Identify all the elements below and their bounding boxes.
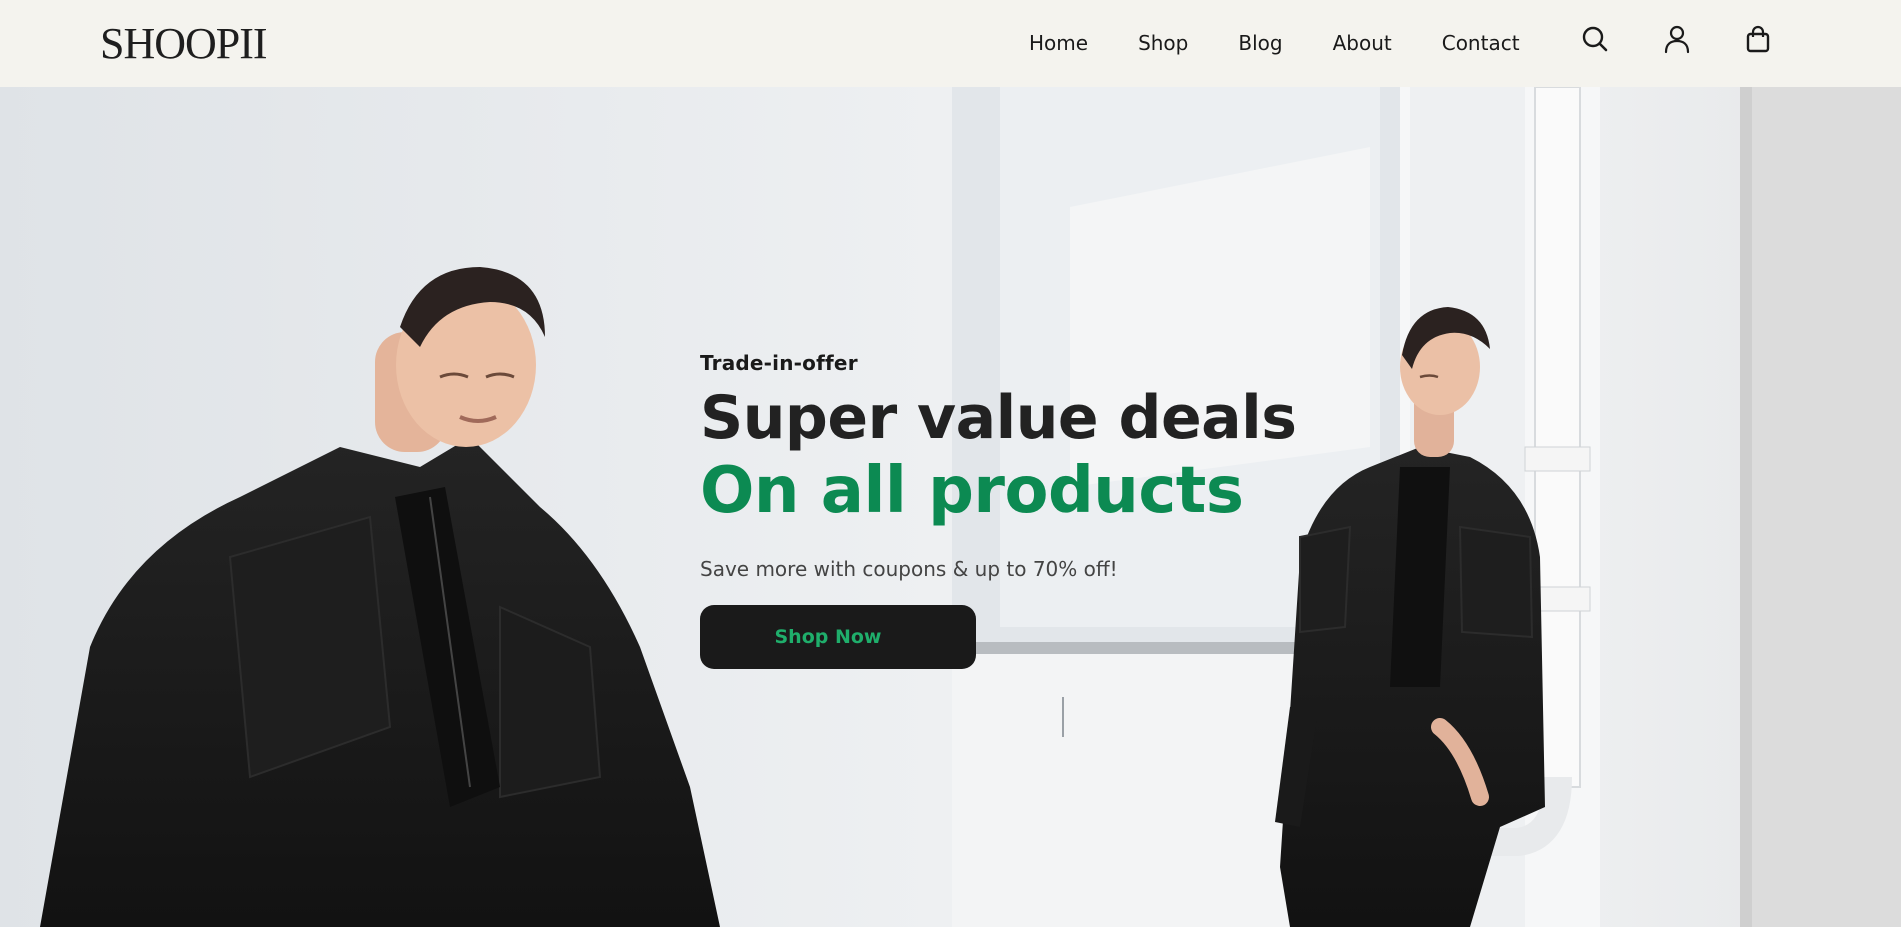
- hero-kicker: Trade-in-offer: [700, 351, 858, 375]
- hero-subtext: Save more with coupons & up to 70% off!: [700, 557, 1118, 581]
- site-header: SHOOPII Home Shop Blog About Contact: [0, 0, 1901, 87]
- search-icon[interactable]: [1580, 24, 1610, 54]
- nav-item-home[interactable]: Home: [1029, 31, 1088, 55]
- hero-copy: Trade-in-offer Super value deals On all …: [700, 351, 1297, 669]
- main-nav: Home Shop Blog About Contact: [1029, 31, 1520, 55]
- nav-item-blog[interactable]: Blog: [1238, 31, 1282, 55]
- nav-item-about[interactable]: About: [1333, 31, 1392, 55]
- shopping-bag-icon[interactable]: [1743, 24, 1773, 54]
- user-icon[interactable]: [1662, 24, 1692, 54]
- hero-banner: Trade-in-offer Super value deals On all …: [0, 87, 1901, 927]
- brand-logo[interactable]: SHOOPII: [100, 18, 268, 69]
- hero-headline-accent: On all products: [700, 454, 1244, 528]
- shop-now-button[interactable]: Shop Now: [700, 605, 976, 669]
- hero-headline: Super value deals: [700, 383, 1297, 453]
- nav-item-contact[interactable]: Contact: [1442, 31, 1520, 55]
- nav-item-shop[interactable]: Shop: [1138, 31, 1188, 55]
- shop-now-label: Shop Now: [774, 626, 882, 648]
